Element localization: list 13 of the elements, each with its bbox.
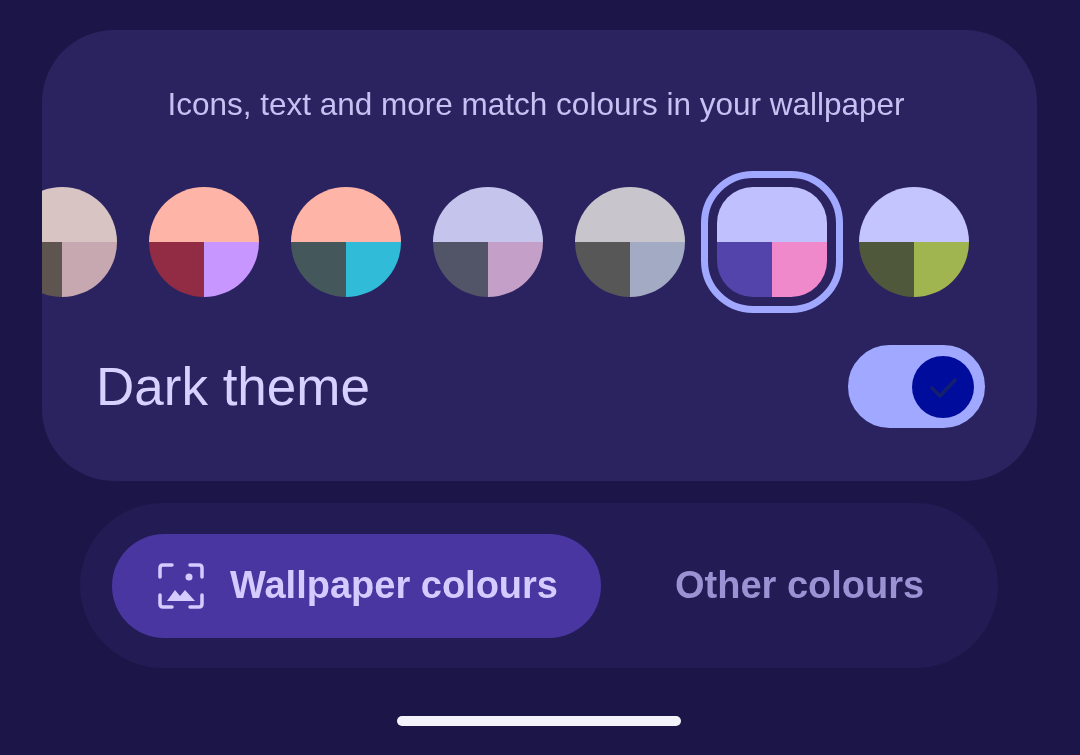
dark-theme-label: Dark theme bbox=[96, 355, 370, 418]
colour-swatch-icon bbox=[717, 187, 827, 297]
colour-swatch-icon bbox=[575, 187, 685, 297]
check-icon bbox=[912, 355, 974, 418]
colour-swatch-icon bbox=[291, 187, 401, 297]
framed-image-icon bbox=[158, 562, 204, 609]
colour-swatch-icon bbox=[149, 187, 259, 297]
colour-swatch-icon bbox=[433, 187, 543, 297]
colour-option[interactable] bbox=[701, 171, 843, 313]
segment-tab[interactable]: Wallpaper colours bbox=[112, 533, 601, 638]
subtitle-text: Icons, text and more match colours in your wallpaper bbox=[167, 86, 905, 122]
colour-swatch-icon bbox=[859, 187, 969, 297]
segment-tab[interactable]: Other colours bbox=[631, 533, 969, 638]
